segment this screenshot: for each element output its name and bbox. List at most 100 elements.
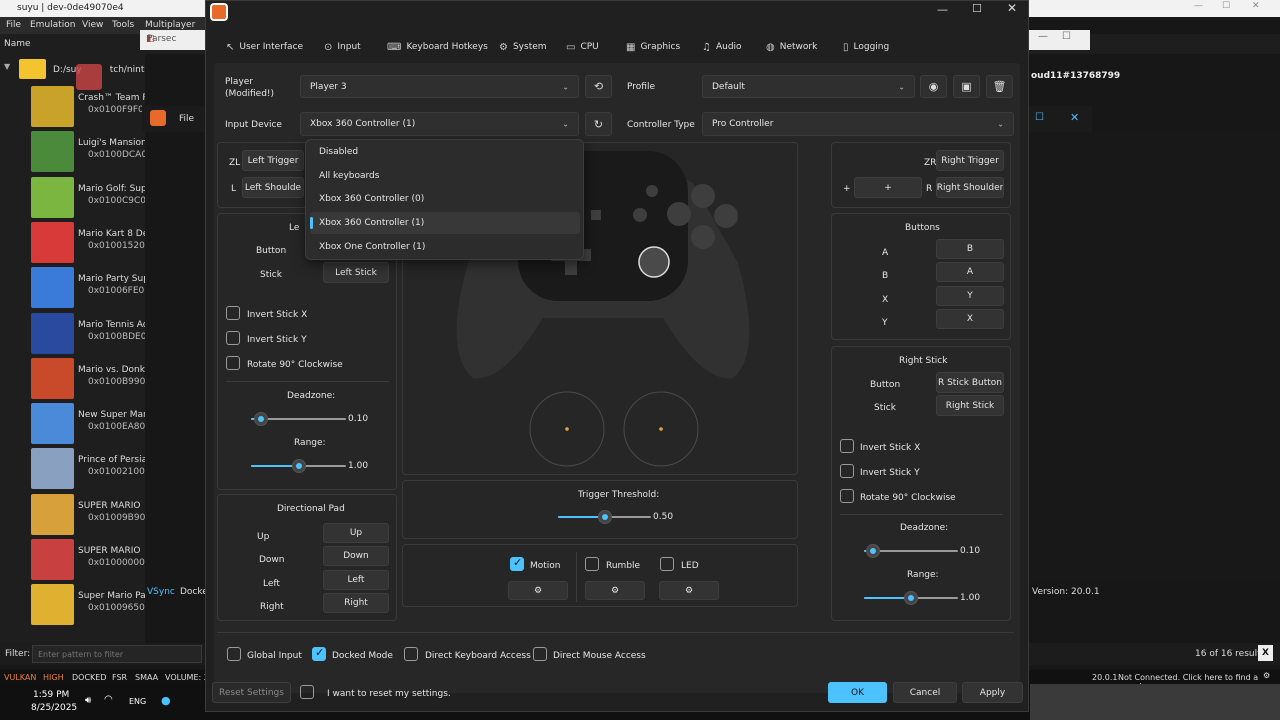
list-item[interactable]: New Super Mar 0x0100EA800 [0, 401, 145, 446]
minimize-icon[interactable]: — [1194, 1, 1203, 11]
microphone-icon[interactable]: ● [161, 694, 171, 707]
plus-binding-button[interactable]: + [854, 177, 922, 198]
slider-handle[interactable] [253, 412, 268, 426]
direct-keyboard-checkbox[interactable] [404, 647, 418, 661]
view-profile-button[interactable]: ◉ [920, 75, 947, 98]
right-stick-button-binding[interactable]: R Stick Button [936, 372, 1004, 393]
list-item[interactable]: Crash™ Team R 0x0100F9F00 [0, 84, 145, 129]
controller-type-select[interactable]: Pro Controller ⌄ [702, 112, 1014, 136]
list-item[interactable]: SUPER MARIO 0x01000000 [0, 537, 145, 582]
save-profile-button[interactable]: ▣ [953, 75, 980, 98]
volume-icon[interactable]: 🔊︎ [85, 695, 91, 706]
dropdown-option[interactable]: All keyboards [310, 165, 580, 187]
l-binding-button[interactable]: Left Shoulde [242, 177, 304, 198]
tab-audio[interactable]: ♫ Audio [702, 39, 742, 55]
global-input-checkbox[interactable] [227, 647, 241, 661]
restore-defaults-button[interactable]: ⟲ [585, 75, 612, 98]
expand-arrow-icon[interactable]: ▼ [4, 62, 10, 71]
invert-left-y-checkbox[interactable] [226, 331, 240, 345]
invert-right-x-checkbox[interactable] [840, 439, 854, 453]
button-b-binding[interactable]: A [936, 262, 1004, 283]
slider-handle[interactable] [597, 510, 612, 524]
player-select[interactable]: Player 3 ⌄ [300, 75, 579, 98]
menu-multiplayer[interactable]: Multiplayer [145, 20, 195, 30]
zl-binding-button[interactable]: Left Trigger [242, 150, 304, 171]
list-item[interactable]: Mario Golf: Sup 0x0100C9C0 [0, 175, 145, 220]
cancel-button[interactable]: Cancel [893, 682, 957, 703]
left-range-slider[interactable] [251, 459, 346, 473]
status-fsr[interactable]: FSR [112, 673, 127, 682]
rotate-right-checkbox[interactable] [840, 489, 854, 503]
invert-left-x-checkbox[interactable] [226, 306, 240, 320]
tab-system[interactable]: ⚙ System [499, 39, 547, 55]
list-item[interactable]: Luigi's Mansion 0x0100DCA0 [0, 129, 145, 174]
dialog-close-icon[interactable]: ✕ [1007, 1, 1017, 15]
list-item[interactable]: Mario Party Sup 0x01006FE01 [0, 265, 145, 310]
button-x-binding[interactable]: Y [936, 285, 1004, 306]
menu-view[interactable]: View [82, 20, 103, 30]
filter-input[interactable] [32, 645, 202, 663]
menu-tools[interactable]: Tools [112, 20, 134, 30]
rotate-left-checkbox[interactable] [226, 356, 240, 370]
invert-right-y-checkbox[interactable] [840, 464, 854, 478]
list-item[interactable]: Mario vs. Donk 0x0100B9901 [0, 356, 145, 401]
inner-menu-file[interactable]: File [179, 114, 194, 124]
inner-close-icon[interactable]: ✕ [1070, 111, 1079, 124]
dpad-left-button[interactable]: Left [323, 569, 389, 590]
dropdown-option[interactable]: Xbox 360 Controller (1) [310, 212, 580, 235]
left-deadzone-slider[interactable] [251, 412, 346, 426]
right-deadzone-slider[interactable] [864, 544, 958, 558]
status-vulkan[interactable]: VULKAN [4, 673, 36, 682]
dialog-minimize-icon[interactable]: — [937, 3, 948, 16]
slider-handle[interactable] [291, 459, 306, 473]
dpad-right-button[interactable]: Right [323, 592, 389, 613]
dpad-down-button[interactable]: Down [323, 546, 389, 567]
tab-logging[interactable]: ▯ Logging [843, 39, 889, 55]
dropdown-option[interactable]: Xbox 360 Controller (0) [310, 188, 580, 210]
taskbar-date[interactable]: 8/25/2025 [31, 703, 77, 713]
rumble-settings-button[interactable]: ⚙ [585, 581, 645, 600]
refresh-devices-button[interactable]: ↻ [585, 112, 612, 136]
r-binding-button[interactable]: Right Shoulder [936, 177, 1004, 198]
ok-button[interactable]: OK [828, 682, 887, 703]
close-icon[interactable]: ✕ [1252, 1, 1260, 11]
list-item[interactable]: Mario Kart 8 De 0x01001520 [0, 220, 145, 265]
tab-input[interactable]: ⊙ Input [324, 39, 361, 55]
slider-handle[interactable] [904, 591, 918, 605]
tab-graphics[interactable]: ▦ Graphics [626, 39, 680, 55]
parsec-minimize-icon[interactable]: — [1038, 31, 1048, 42]
taskbar-time[interactable]: 1:59 PM [33, 690, 69, 700]
trigger-threshold-slider[interactable] [558, 510, 651, 524]
list-item[interactable]: SUPER MARIO 0x01009B900 [0, 492, 145, 537]
left-stick-binding-button[interactable]: Left Stick [323, 262, 389, 283]
status-volume[interactable]: VOLUME: 2 [165, 673, 209, 682]
input-device-select[interactable]: Xbox 360 Controller (1) ⌄ [300, 112, 579, 136]
confirm-reset-checkbox[interactable] [300, 685, 314, 699]
maximize-icon[interactable]: ☐ [1222, 1, 1230, 11]
inner-maximize-icon[interactable]: ☐ [1035, 112, 1044, 123]
network-status-icon[interactable]: ⚙ [1263, 671, 1270, 680]
apply-button[interactable]: Apply [962, 682, 1023, 703]
tab-network[interactable]: ◍ Network [766, 39, 817, 55]
menu-emulation[interactable]: Emulation [30, 20, 75, 30]
dropdown-option[interactable]: Xbox One Controller (1) [310, 236, 580, 258]
tab-user-interface[interactable]: ↖ User Interface [226, 39, 303, 55]
dropdown-option[interactable]: Disabled [310, 141, 580, 163]
filter-clear-button[interactable]: X [1258, 645, 1273, 661]
parsec-maximize-icon[interactable]: ☐ [1062, 31, 1071, 42]
tab-cpu[interactable]: ▭ CPU [566, 39, 599, 55]
right-stick-binding-button[interactable]: Right Stick [936, 395, 1004, 416]
motion-settings-button[interactable]: ⚙ [508, 581, 568, 600]
status-high[interactable]: HIGH [43, 673, 64, 682]
dialog-maximize-icon[interactable]: ☐ [972, 2, 982, 15]
reset-settings-button[interactable]: Reset Settings [212, 682, 291, 703]
docked-mode-checkbox[interactable] [312, 646, 326, 661]
motion-checkbox[interactable] [510, 556, 524, 571]
status-docked[interactable]: DOCKED [72, 673, 107, 682]
wifi-icon[interactable]: ◠ [104, 694, 113, 705]
tab-keyboard-hotkeys[interactable]: ⌨ Keyboard Hotkeys [387, 39, 488, 55]
slider-handle[interactable] [866, 544, 881, 558]
direct-mouse-checkbox[interactable] [533, 647, 547, 661]
status-smaa[interactable]: SMAA [135, 673, 158, 682]
profile-select[interactable]: Default ⌄ [702, 75, 915, 98]
